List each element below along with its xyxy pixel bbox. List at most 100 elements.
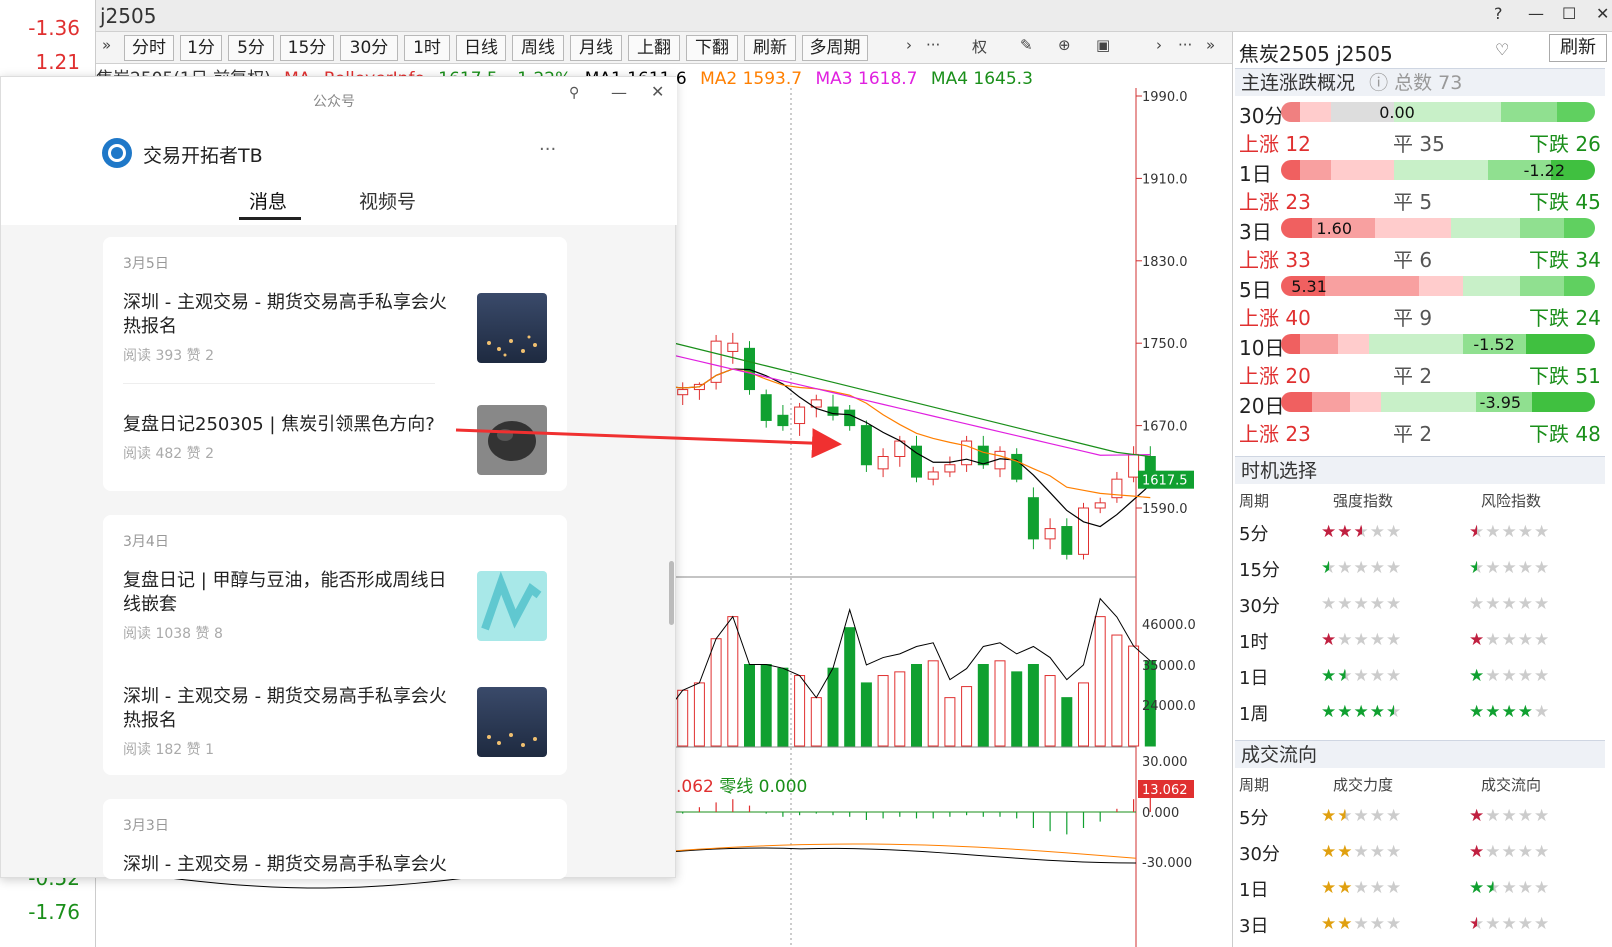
close-icon[interactable]: ✕: [1596, 4, 1609, 23]
toolbar-button-0[interactable]: 分时: [124, 35, 174, 61]
tab-messages[interactable]: 消息: [249, 187, 287, 214]
volume-bar: [944, 697, 956, 747]
toolbar-button-12[interactable]: 多周期: [802, 35, 868, 61]
popup-scrollbar[interactable]: [669, 561, 674, 625]
column-header: 周期: [1239, 492, 1270, 510]
help-icon[interactable]: ⓘ: [1369, 72, 1388, 94]
rating-stars: ★★★★★: [1469, 522, 1551, 542]
period-change-value: -3.95: [1479, 393, 1522, 412]
pin-icon[interactable]: ⚲: [569, 85, 579, 101]
window-titlebar: j2505 ? — ☐ ✕: [96, 0, 1612, 32]
macd-tick-label: -30.000: [1142, 856, 1192, 871]
more-icon[interactable]: ···: [926, 36, 940, 54]
article-title[interactable]: 复盘日记 | 甲醇与豆油，能否形成周线日线嵌套: [123, 569, 453, 617]
tab-video[interactable]: 视频号: [359, 187, 416, 214]
expand-left-icon[interactable]: »: [102, 36, 111, 54]
message-card: 3月4日 复盘日记 | 甲醇与豆油，能否形成周线日线嵌套 阅读 1038 赞 8…: [103, 515, 567, 775]
favorite-icon[interactable]: ♡: [1495, 40, 1509, 59]
toolbar-button-7[interactable]: 周线: [512, 35, 564, 61]
flow-title: 成交流向: [1241, 744, 1318, 766]
macd-value: .062: [676, 777, 714, 797]
rating-stars: ★★★★★: [1469, 842, 1551, 862]
flat-count: 平 2: [1393, 422, 1433, 446]
account-logo-icon: [102, 138, 132, 168]
up-count: 上涨 33: [1239, 248, 1311, 272]
volume-bar: [994, 660, 1006, 747]
toolbar-button-4[interactable]: 30分: [340, 35, 398, 61]
toolbar-button-11[interactable]: 刷新: [744, 35, 796, 61]
up-count: 上涨 20: [1239, 364, 1311, 388]
price-tick-label: 1910.0: [1142, 172, 1188, 187]
volume-bar: [794, 675, 806, 747]
toolbar-button-1[interactable]: 1分: [180, 35, 222, 61]
toolbar-button-5[interactable]: 1时: [404, 35, 450, 61]
help-icon[interactable]: ?: [1494, 4, 1503, 23]
card-date: 3月5日: [123, 256, 169, 272]
rating-stars: ★★★★★: [1469, 702, 1551, 722]
article-title[interactable]: 复盘日记250305 | 焦炭引领黑色方向?: [123, 413, 453, 437]
period-label: 10日: [1239, 336, 1285, 360]
article-thumbnail[interactable]: [477, 571, 547, 641]
article-title[interactable]: 深圳 - 主观交易 - 期货交易高手私享会火热报名: [123, 685, 453, 733]
rating-stars: ★★★★★: [1321, 878, 1403, 898]
flat-count: 平 5: [1393, 190, 1433, 214]
volume-bar: [760, 664, 772, 747]
rating-stars: ★★★★★: [1469, 558, 1551, 578]
more-icon[interactable]: ···: [539, 139, 556, 160]
draw-icon[interactable]: ✎: [1020, 36, 1033, 54]
expand-right-icon[interactable]: »: [1206, 36, 1215, 54]
message-card: 3月3日 深圳 - 主观交易 - 期货交易高手私享会火: [103, 799, 567, 879]
down-count: 下跌 24: [1529, 306, 1601, 330]
article-thumbnail[interactable]: [477, 687, 547, 757]
refresh-button[interactable]: 刷新: [1549, 34, 1607, 62]
card-date: 3月4日: [123, 534, 169, 550]
add-indicator-icon[interactable]: ⊕: [1058, 36, 1071, 54]
toolbar-button-2[interactable]: 5分: [228, 35, 274, 61]
article-title[interactable]: 深圳 - 主观交易 - 期货交易高手私享会火: [123, 853, 453, 877]
toolbar-button-9[interactable]: 上翻: [628, 35, 680, 61]
close-icon[interactable]: ✕: [651, 82, 664, 101]
volume-bar: [1061, 697, 1073, 747]
right-info-panel: 焦炭2505 j2505 ♡ 刷新 主连涨跌概况 ⓘ 总数 73 30分 0.00…: [1232, 32, 1612, 947]
layout-icon[interactable]: ▣: [1096, 36, 1110, 54]
overview-header: 主连涨跌概况 ⓘ 总数 73: [1235, 68, 1605, 96]
column-header: 成交力度: [1333, 776, 1394, 794]
down-count: 下跌 48: [1529, 422, 1601, 446]
rating-stars: ★★★★★: [1321, 594, 1403, 614]
price-tick-label: 1670.0: [1142, 420, 1188, 435]
flat-count: 平 35: [1393, 132, 1445, 156]
flat-count: 平 9: [1393, 306, 1433, 330]
toolbar-button-8[interactable]: 月线: [570, 35, 622, 61]
minimize-icon[interactable]: —: [611, 83, 627, 102]
volume-bar: [827, 667, 839, 747]
period-label: 20日: [1239, 394, 1285, 418]
toolbar-button-6[interactable]: 日线: [456, 35, 506, 61]
chevron-right-icon[interactable]: ›: [1156, 36, 1162, 54]
symbol-title: 焦炭2505 j2505: [1239, 42, 1393, 66]
candle-body: [1094, 502, 1106, 509]
change-distribution-bar: 0.00: [1281, 102, 1595, 122]
column-header: 强度指数: [1333, 492, 1394, 510]
maximize-icon[interactable]: ☐: [1562, 4, 1576, 23]
article-thumbnail[interactable]: [477, 293, 547, 363]
toolbar-button-10[interactable]: 下翻: [686, 35, 738, 61]
volume-bar: [727, 616, 739, 747]
article-thumbnail[interactable]: [477, 405, 547, 475]
divider: [123, 383, 435, 384]
column-header: 成交流向: [1481, 776, 1542, 794]
down-count: 下跌 34: [1529, 248, 1601, 272]
article-meta: 阅读 1038 赞 8: [123, 626, 223, 642]
volume-bar: [1094, 616, 1106, 747]
adjust-icon[interactable]: 权: [972, 36, 987, 57]
period-label: 5日: [1239, 278, 1272, 302]
article-title[interactable]: 深圳 - 主观交易 - 期货交易高手私享会火热报名: [123, 291, 453, 339]
legend-ma3: MA3 1618.7: [815, 69, 918, 88]
volume-bar: [844, 627, 856, 747]
minimize-icon[interactable]: —: [1528, 4, 1544, 23]
wechat-popup[interactable]: 公众号 ⚲ — ✕ 交易开拓者TB ··· 消息 视频号 3月5日 深圳 - 主…: [0, 76, 677, 879]
toolbar-button-3[interactable]: 15分: [280, 35, 334, 61]
chevron-right-icon[interactable]: ›: [906, 36, 912, 54]
zero-line-label: 零线 0.000: [719, 777, 808, 797]
rating-stars: ★★★★★: [1321, 630, 1403, 650]
more-icon[interactable]: ···: [1178, 36, 1192, 54]
